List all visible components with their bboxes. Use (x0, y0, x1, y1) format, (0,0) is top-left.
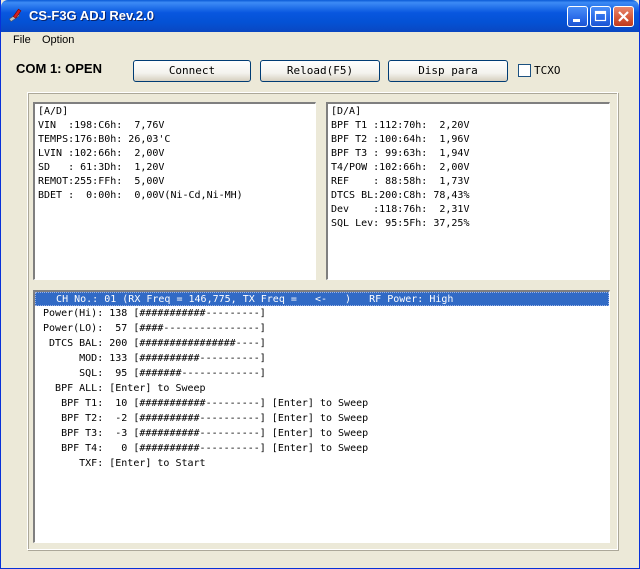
ad-line: REMOT:255:FFh: 5,00V (38, 176, 165, 187)
reload-button[interactable]: Reload(F5) (260, 60, 380, 82)
da-line: Dev :118:76h: 2,31V (331, 204, 470, 215)
da-line: [D/A] (331, 106, 362, 117)
ad-line: VIN :198:C6h: 7,76V (38, 120, 165, 131)
menu-option[interactable]: Option (42, 34, 74, 46)
power-lo-row[interactable]: Power(LO): 57 [####----------------] (35, 321, 609, 336)
da-panel: [D/A] BPF T1 :112:70h: 2,20V BPF T2 :100… (326, 102, 610, 280)
minimize-button[interactable] (567, 6, 588, 27)
bpf-t4-row[interactable]: BPF T4: 0 [##########----------] [Enter]… (35, 441, 609, 456)
bpf-t3-row[interactable]: BPF T3: -3 [##########----------] [Enter… (35, 426, 609, 441)
app-icon (8, 8, 22, 22)
ad-line: LVIN :102:66h: 2,00V (38, 148, 165, 159)
maximize-button[interactable] (590, 6, 611, 27)
bpf-t2-row[interactable]: BPF T2: -2 [##########----------] [Enter… (35, 411, 609, 426)
window-title: CS-F3G ADJ Rev.2.0 (29, 8, 154, 23)
ad-line: SD : 61:3Dh: 1,20V (38, 162, 165, 173)
close-button[interactable] (613, 6, 634, 27)
mod-row[interactable]: MOD: 133 [##########----------] (35, 351, 609, 366)
app-window: CS-F3G ADJ Rev.2.0 File Option COM 1: OP… (0, 0, 640, 569)
ad-line: [A/D] (38, 106, 69, 117)
minimize-icon (573, 19, 580, 22)
bpf-t1-row[interactable]: BPF T1: 10 [###########---------] [Enter… (35, 396, 609, 411)
da-line: BPF T3 : 99:63h: 1,94V (331, 148, 470, 159)
ad-line: TEMPS:176:B0h: 26,03'C (38, 134, 171, 145)
disp-para-button[interactable]: Disp para (388, 60, 508, 82)
power-hi-row[interactable]: Power(Hi): 138 [###########---------] (35, 306, 609, 321)
txf-row[interactable]: TXF: [Enter] to Start (35, 456, 609, 471)
da-line: BPF T1 :112:70h: 2,20V (331, 120, 470, 131)
tcxo-label[interactable]: TCXO (534, 64, 561, 77)
channel-header-row[interactable]: CH No.: 01 (RX Freq = 146,775, TX Freq =… (35, 292, 609, 306)
ad-panel: [A/D] VIN :198:C6h: 7,76V TEMPS:176:B0h:… (33, 102, 316, 280)
menu-bar: File Option (5, 32, 637, 50)
dtcs-bal-row[interactable]: DTCS BAL: 200 [################----] (35, 336, 609, 351)
com-status: COM 1: OPEN (16, 61, 102, 76)
connect-button[interactable]: Connect (133, 60, 251, 82)
title-bar[interactable]: CS-F3G ADJ Rev.2.0 (1, 0, 639, 32)
tcxo-checkbox[interactable] (518, 64, 531, 77)
maximize-icon (594, 10, 607, 22)
da-line: DTCS BL:200:C8h: 78,43% (331, 190, 470, 201)
da-line: BPF T2 :100:64h: 1,96V (331, 134, 470, 145)
da-line: REF : 88:58h: 1,73V (331, 176, 470, 187)
da-line: SQL Lev: 95:5Fh: 37,25% (331, 218, 470, 229)
menu-file[interactable]: File (13, 34, 31, 46)
sql-row[interactable]: SQL: 95 [#######-------------] (35, 366, 609, 381)
channel-panel[interactable]: CH No.: 01 (RX Freq = 146,775, TX Freq =… (33, 290, 610, 543)
da-line: T4/POW :102:66h: 2,00V (331, 162, 470, 173)
close-icon (618, 11, 629, 22)
ad-line: BDET : 0:00h: 0,00V(Ni-Cd,Ni-MH) (38, 190, 243, 201)
bpf-all-row[interactable]: BPF ALL: [Enter] to Sweep (35, 381, 609, 396)
